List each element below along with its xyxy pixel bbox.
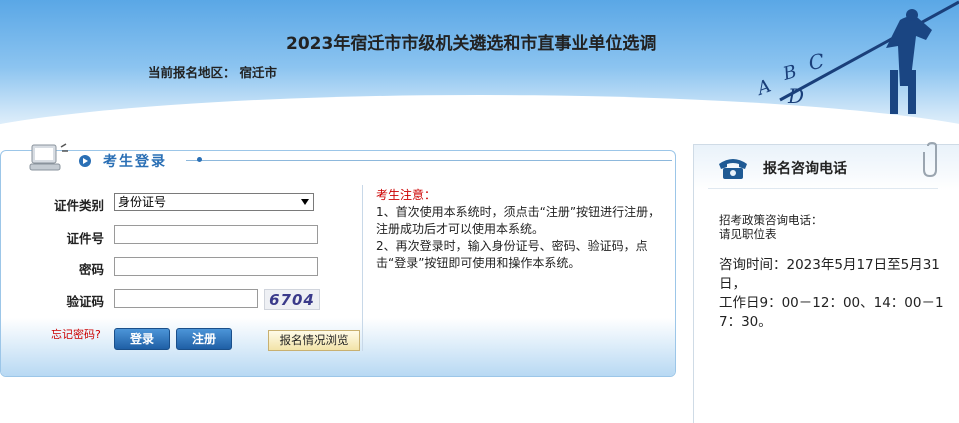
id-number-input[interactable] bbox=[114, 225, 318, 244]
consult-policy-info: 招考政策咨询电话： 请见职位表 bbox=[719, 213, 823, 241]
consult-hours: 咨询时间：2023年5月17日至5月31日， 工作日9：00－12：00、14：… bbox=[719, 256, 951, 332]
page-header: A B C D bbox=[0, 0, 959, 150]
art-letter-c: C bbox=[807, 49, 826, 75]
login-button[interactable]: 登录 bbox=[114, 328, 170, 350]
notice-line-2: 2、再次登录时，输入身份证号、密码、验证码，点击“登录”按钮即可使用和操作本系统… bbox=[376, 239, 648, 270]
id-type-select-value: 身份证号 bbox=[118, 195, 167, 209]
notice-line-1: 1、首次使用本系统时，须点击“注册”按钮进行注册，注册成功后才可以使用本系统。 bbox=[376, 205, 661, 236]
section-bullet-icon bbox=[79, 155, 91, 167]
art-letter-a: A bbox=[753, 76, 774, 101]
notice-title: 考生注意： bbox=[376, 188, 437, 202]
captcha-label: 验证码 bbox=[66, 294, 104, 309]
browse-registration-button[interactable]: 报名情况浏览 bbox=[268, 330, 360, 351]
abcd-figure-illustration: A B C D bbox=[753, 0, 959, 114]
captcha-image[interactable]: 6704 bbox=[264, 289, 320, 310]
divider-dot bbox=[197, 157, 202, 162]
register-button[interactable]: 注册 bbox=[176, 328, 232, 350]
art-letter-d: D bbox=[787, 84, 804, 108]
paperclip-icon bbox=[923, 142, 937, 178]
id-type-label: 证件类别 bbox=[53, 198, 104, 213]
consult-policy-value: 请见职位表 bbox=[719, 227, 777, 241]
login-title: 考生登录 bbox=[103, 154, 167, 170]
telephone-icon bbox=[719, 159, 747, 179]
login-title-divider bbox=[186, 160, 672, 161]
consult-date-range: 咨询时间：2023年5月17日至5月31日， bbox=[719, 257, 940, 292]
region-label: 当前报名地区： bbox=[148, 65, 236, 80]
page-title: 2023年宿迁市市级机关遴选和市直事业单位选调 bbox=[286, 34, 657, 54]
id-type-select[interactable]: 身份证号 bbox=[114, 193, 314, 211]
consult-work-hours: 工作日9：00－12：00、14：00－17：30。 bbox=[719, 295, 944, 330]
computer-icon bbox=[29, 143, 68, 171]
consult-title-divider bbox=[708, 188, 938, 189]
password-label: 密码 bbox=[78, 262, 104, 277]
art-letter-b: B bbox=[780, 61, 799, 85]
id-number-label: 证件号 bbox=[66, 231, 104, 246]
region-value: 宿迁市 bbox=[239, 65, 278, 80]
dropdown-arrow-icon bbox=[301, 199, 309, 205]
password-input[interactable] bbox=[114, 257, 318, 276]
region-info: 当前报名地区： 宿迁市 bbox=[148, 62, 277, 81]
captcha-input[interactable] bbox=[114, 289, 258, 308]
consult-title: 报名咨询电话 bbox=[763, 161, 847, 177]
forgot-password-link[interactable]: 忘记密码? bbox=[51, 326, 101, 342]
login-notice-divider bbox=[362, 185, 363, 351]
notice-box: 考生注意： 1、首次使用本系统时，须点击“注册”按钮进行注册，注册成功后才可以使… bbox=[376, 187, 661, 272]
consult-policy-label: 招考政策咨询电话： bbox=[719, 213, 823, 227]
